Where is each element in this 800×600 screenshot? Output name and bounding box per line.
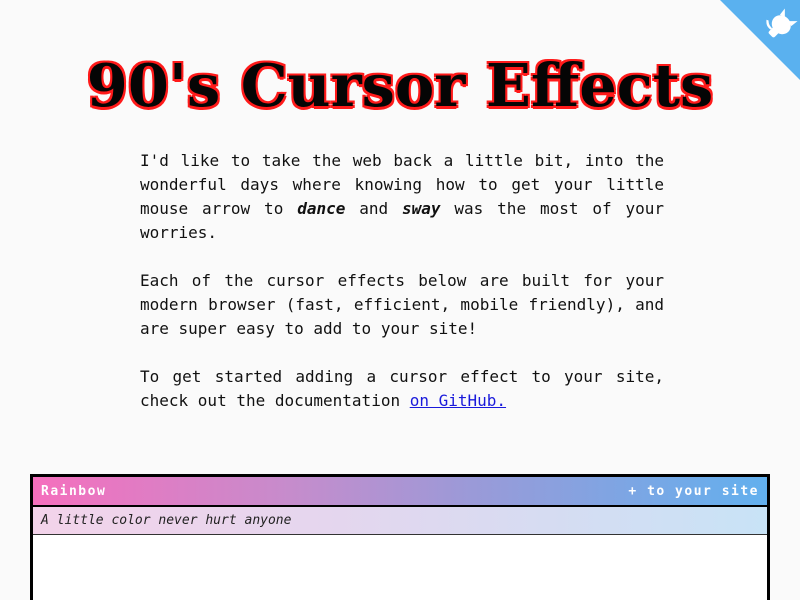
- github-docs-link[interactable]: on GitHub.: [410, 391, 506, 410]
- dance-emphasis: dance: [297, 199, 346, 218]
- intro-paragraph-1: I'd like to take the web back a little b…: [140, 149, 664, 245]
- intro-paragraph-2: Each of the cursor effects below are bui…: [140, 271, 664, 338]
- sway-emphasis: sway: [402, 199, 441, 218]
- effect-card-rainbow[interactable]: Rainbow + to your site A little color ne…: [30, 474, 770, 600]
- intro-text: I'd like to take the web back a little b…: [140, 149, 664, 437]
- effect-description: A little color never hurt anyone: [33, 507, 767, 535]
- add-to-site-button[interactable]: + to your site: [628, 484, 759, 499]
- effect-header: Rainbow + to your site: [33, 477, 767, 507]
- page-title: 90's Cursor Effects: [86, 51, 714, 120]
- effect-demo-area[interactable]: [33, 535, 767, 600]
- intro-text-segment: and: [345, 199, 403, 218]
- intro-paragraph-3: To get started adding a cursor effect to…: [140, 365, 664, 413]
- intro-text-segment: To get started adding a cursor effect to…: [140, 367, 664, 410]
- effect-name: Rainbow: [41, 483, 107, 499]
